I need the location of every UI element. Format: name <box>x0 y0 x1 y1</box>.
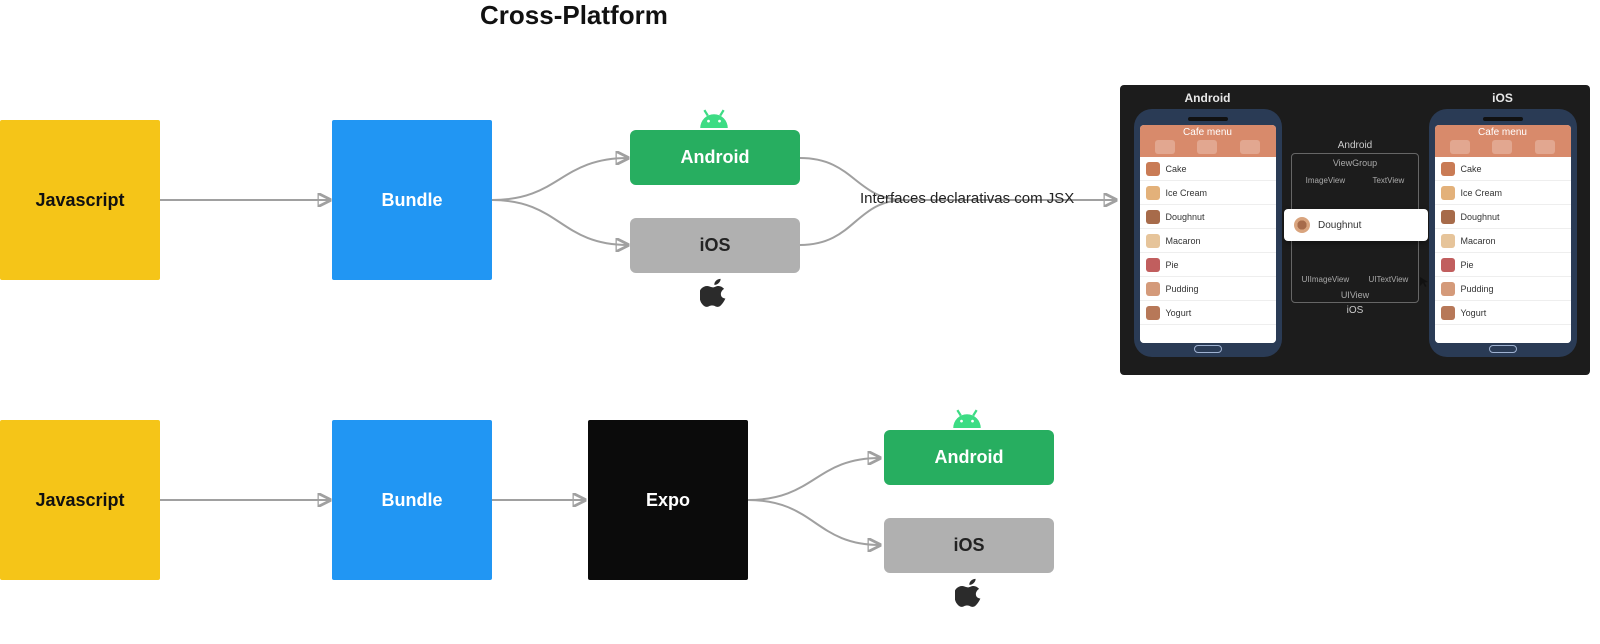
menu-item: Pie <box>1435 253 1571 277</box>
javascript-box-2: Javascript <box>0 420 160 580</box>
food-icon <box>1146 234 1160 248</box>
expo-box: Expo <box>588 420 748 580</box>
menu-item-label: Doughnut <box>1461 212 1500 222</box>
screen-title: Cafe menu <box>1140 127 1276 138</box>
menu-item-label: Pudding <box>1461 284 1494 294</box>
mapping-bottom-label: iOS <box>1292 305 1418 316</box>
mapping-viewgroup-label: ViewGroup <box>1292 158 1418 168</box>
menu-item-label: Doughnut <box>1166 212 1205 222</box>
menu-item: Pie <box>1140 253 1276 277</box>
javascript-box-1: Javascript <box>0 120 160 280</box>
menu-item-label: Ice Cream <box>1166 188 1208 198</box>
food-icon <box>1441 162 1455 176</box>
ios-box-1: iOS <box>630 218 800 273</box>
menu-item-label: Yogurt <box>1461 308 1487 318</box>
menu-item-label: Cake <box>1461 164 1482 174</box>
food-icon <box>1146 186 1160 200</box>
arrow-expo-to-android <box>748 458 880 500</box>
food-icon <box>1441 282 1455 296</box>
menu-item-label: Yogurt <box>1166 308 1192 318</box>
bundle-box-2: Bundle <box>332 420 492 580</box>
mapping-textview-label: TextView <box>1372 176 1404 185</box>
mapping-top-label: Android <box>1292 140 1418 151</box>
diagram-title: Cross-Platform <box>480 0 668 31</box>
apple-icon <box>955 577 985 607</box>
bundle-box-1: Bundle <box>332 120 492 280</box>
menu-item-label: Pie <box>1166 260 1179 270</box>
arrow-bundle-to-android <box>492 158 628 200</box>
food-icon <box>1146 258 1160 272</box>
doughnut-icon <box>1294 217 1310 233</box>
android-box-1: Android <box>630 130 800 185</box>
menu-item: Macaron <box>1435 229 1571 253</box>
mapping-imageview-label: ImageView <box>1306 176 1345 185</box>
menu-item: Cake <box>1140 157 1276 181</box>
food-icon <box>1146 306 1160 320</box>
mapping-frame: Android ViewGroup ImageView TextView Dou… <box>1291 153 1419 303</box>
food-icon <box>1146 282 1160 296</box>
mock-ios-title: iOS <box>1492 91 1513 105</box>
mapping-uiview-label: UIView <box>1292 290 1418 300</box>
android-icon <box>697 106 731 128</box>
menu-item: Yogurt <box>1140 301 1276 325</box>
jsx-label: Interfaces declarativas com JSX <box>860 190 1074 207</box>
menu-item-label: Cake <box>1166 164 1187 174</box>
menu-item-label: Macaron <box>1461 236 1496 246</box>
menu-item: Pudding <box>1435 277 1571 301</box>
menu-item-label: Macaron <box>1166 236 1201 246</box>
mock-android-title: Android <box>1185 91 1231 105</box>
menu-item: Pudding <box>1140 277 1276 301</box>
phone-ios: Cafe menu Cake Ice Cream Doughnut Macaron Pi… <box>1429 109 1577 357</box>
menu-list-android: Cake Ice Cream Doughnut Macaron Pie Pudding Yo… <box>1140 157 1276 343</box>
phone-android: Cafe menu Cake Ice Cream Doughnut Macaron Pi… <box>1134 109 1282 357</box>
mapping-doughnut-card: Doughnut <box>1284 209 1428 241</box>
mapping-card-label: Doughnut <box>1318 220 1361 231</box>
food-icon <box>1441 306 1455 320</box>
menu-item: Doughnut <box>1140 205 1276 229</box>
food-icon <box>1441 210 1455 224</box>
menu-item: Ice Cream <box>1140 181 1276 205</box>
food-icon <box>1146 162 1160 176</box>
mock-android-column: Android Cafe menu Cake Ice Cream Doughnut M… <box>1130 91 1285 365</box>
menu-item-label: Pie <box>1461 260 1474 270</box>
android-icon <box>950 406 984 428</box>
food-icon <box>1441 258 1455 272</box>
food-icon <box>1441 186 1455 200</box>
menu-list-ios: Cake Ice Cream Doughnut Macaron Pie Pudding Yo… <box>1435 157 1571 343</box>
mapping-uiimageview-label: UIImageView <box>1302 275 1349 284</box>
menu-item: Ice Cream <box>1435 181 1571 205</box>
apple-icon <box>700 277 730 307</box>
mock-mapping-column: Android ViewGroup ImageView TextView Dou… <box>1291 91 1419 365</box>
ios-box-2: iOS <box>884 518 1054 573</box>
arrow-expo-to-ios <box>748 500 880 545</box>
menu-item: Yogurt <box>1435 301 1571 325</box>
ui-comparison-panel: Android Cafe menu Cake Ice Cream Doughnut M… <box>1120 85 1590 375</box>
food-icon <box>1441 234 1455 248</box>
menu-item-label: Ice Cream <box>1461 188 1503 198</box>
screen-title: Cafe menu <box>1435 127 1571 138</box>
mock-ios-column: iOS Cafe menu Cake Ice Cream Doughnut Macar… <box>1425 91 1580 365</box>
android-box-2: Android <box>884 430 1054 485</box>
menu-item: Macaron <box>1140 229 1276 253</box>
food-icon <box>1146 210 1160 224</box>
menu-item-label: Pudding <box>1166 284 1199 294</box>
menu-item: Doughnut <box>1435 205 1571 229</box>
arrow-bundle-to-ios <box>492 200 628 245</box>
mapping-uitextview-label: UITextView <box>1368 275 1408 284</box>
menu-item: Cake <box>1435 157 1571 181</box>
